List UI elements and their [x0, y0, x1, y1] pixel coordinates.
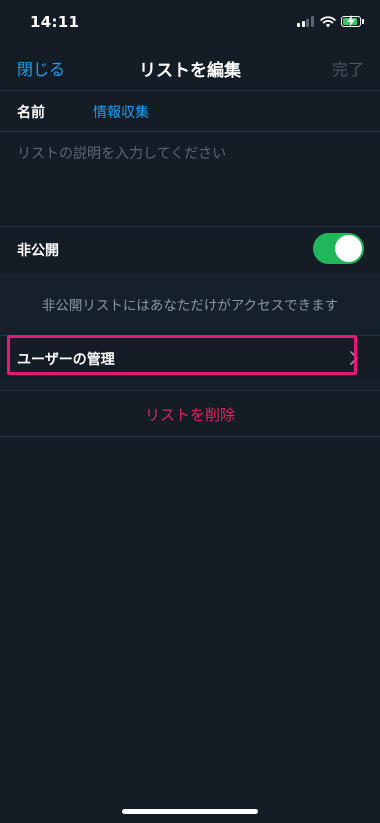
battery-tip: [362, 19, 364, 24]
cellular-signal-icon: [297, 16, 314, 27]
private-info-section: 非公開リストにはあなただけがアクセスできます: [0, 273, 380, 335]
battery-icon: [341, 15, 361, 27]
charging-bolt-icon: [347, 15, 355, 27]
section-gap: [0, 380, 380, 390]
divider: [0, 90, 380, 91]
divider: [0, 436, 380, 437]
private-toggle[interactable]: [313, 233, 364, 264]
home-indicator[interactable]: [122, 809, 258, 814]
page-title: リストを編集: [139, 61, 241, 81]
delete-list-label: リストを削除: [144, 406, 235, 424]
toggle-knob: [335, 235, 362, 262]
private-label: 非公開: [17, 243, 59, 259]
name-label: 名前: [17, 105, 45, 121]
divider: [0, 226, 380, 227]
description-field[interactable]: [17, 143, 363, 213]
status-bar: 14:11: [0, 0, 380, 44]
nav-bar: 閉じる リストを編集 完了: [0, 44, 380, 90]
delete-list-button[interactable]: リストを削除: [0, 390, 380, 436]
edit-list-screen: 14:11 閉じる リストを編集 完了 名前 情報収集 非公開: [0, 0, 380, 823]
highlight-box: [7, 335, 357, 375]
private-info-text: 非公開リストにはあなただけがアクセスできます: [41, 298, 339, 314]
divider: [0, 131, 380, 132]
wifi-icon: [320, 16, 336, 28]
name-field[interactable]: 情報収集: [93, 102, 149, 122]
done-button[interactable]: 完了: [332, 56, 364, 80]
status-time: 14:11: [30, 13, 80, 31]
